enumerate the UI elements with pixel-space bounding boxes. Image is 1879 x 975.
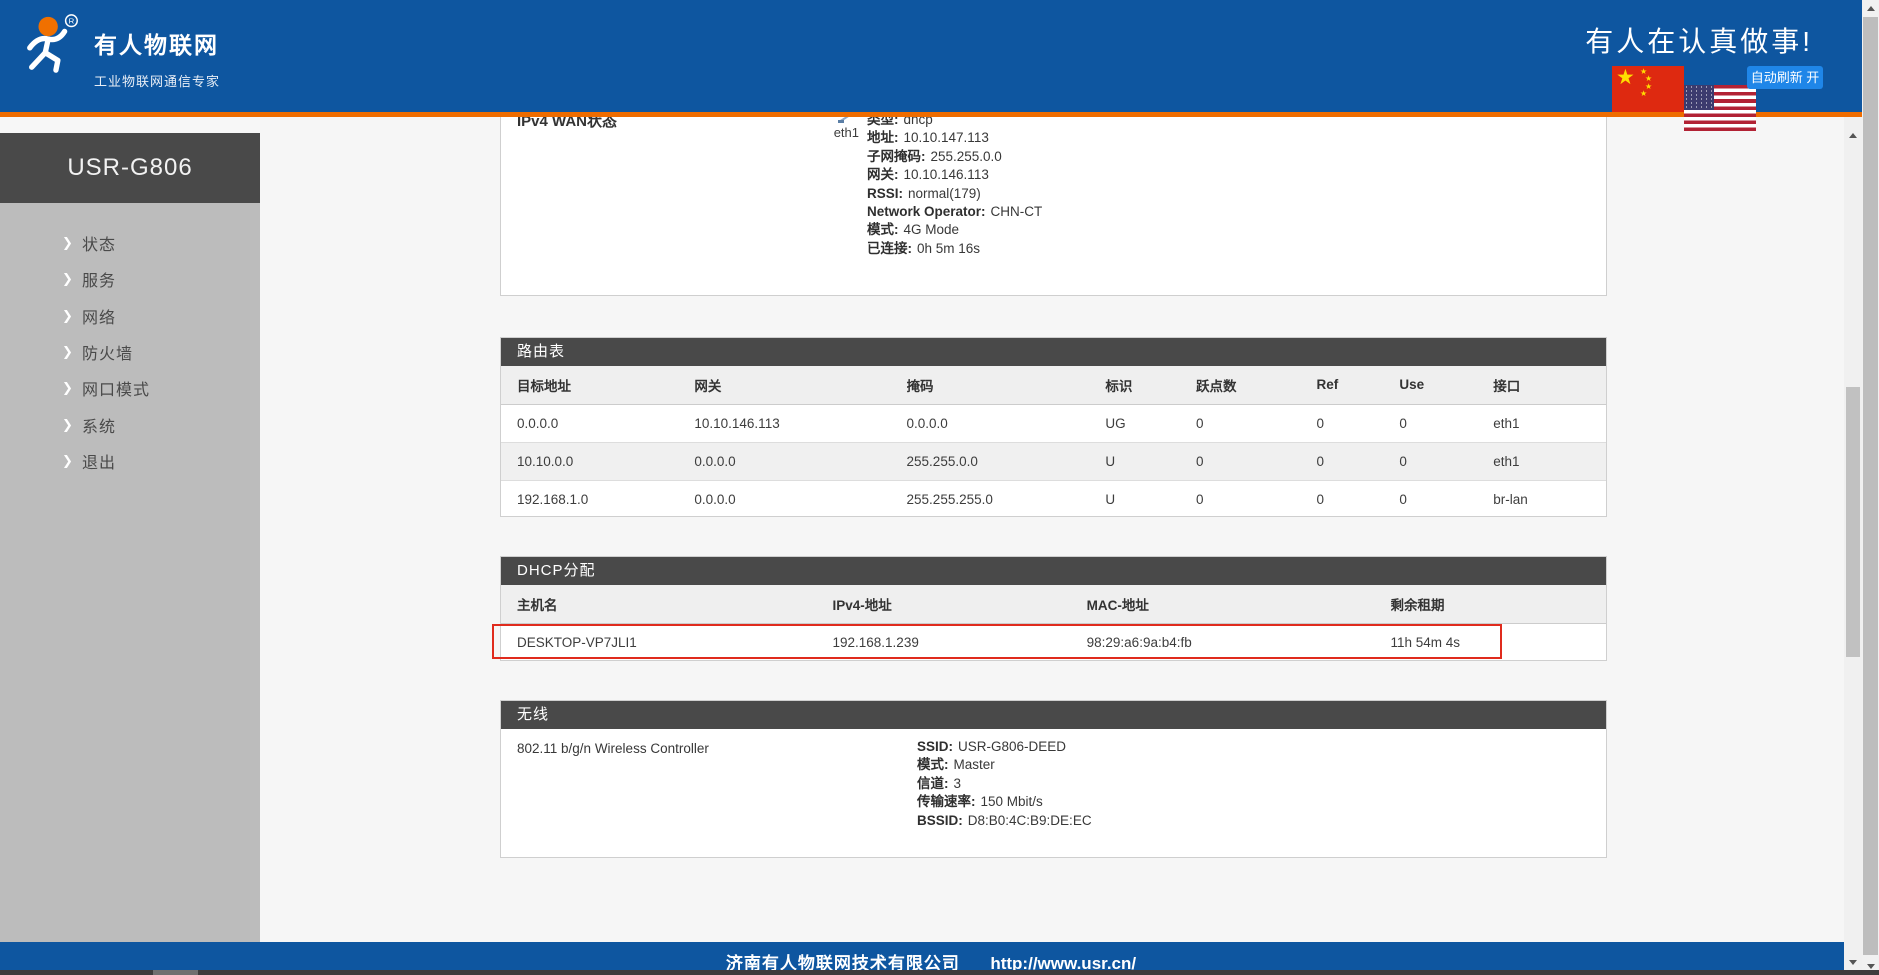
routing-row: 10.10.0.00.0.0.0 255.255.0.0U 00 0eth1 [501, 442, 1606, 480]
dhcp-panel: DHCP分配 主机名IPv4-地址 MAC-地址剩余租期 DESKTOP-VP7… [500, 556, 1607, 661]
sidebar-item-system[interactable]: ❯ 系统 [0, 406, 260, 442]
chevron-right-icon: ❯ [62, 417, 82, 433]
device-name: USR-G806 [0, 133, 260, 203]
wan-interface-icon [821, 117, 859, 124]
usa-flag-icon [1684, 85, 1756, 131]
sidebar-item-port-mode[interactable]: ❯ 网口模式 [0, 370, 260, 406]
routing-table-title: 路由表 [501, 338, 1606, 366]
header-accent-line [0, 112, 1862, 117]
brand: R 有人物联网 工业物联网通信专家 [22, 12, 220, 90]
chevron-right-icon: ❯ [62, 380, 82, 396]
routing-header-row: 目标地址网关 掩码标识 跃点数Ref Use接口 [501, 366, 1606, 404]
scroll-down-arrow[interactable] [1849, 960, 1857, 965]
sidebar: USR-G806 ❯ 状态 ❯ 服务 ❯ 网络 ❯ 防火墙 ❯ 网口模式 ❯ 系… [0, 117, 260, 942]
routing-row: 192.168.1.00.0.0.0 255.255.255.0U 00 0br… [501, 480, 1606, 518]
wireless-panel: 无线 802.11 b/g/n Wireless Controller SSID… [500, 700, 1607, 858]
china-flag-icon: ★ ★★★★ [1612, 66, 1684, 112]
top-header: R 有人物联网 工业物联网通信专家 有人在认真做事! [0, 0, 1862, 112]
wan-status-title: IPv4 WAN状态 [517, 117, 617, 131]
sidebar-item-firewall[interactable]: ❯ 防火墙 [0, 334, 260, 370]
wireless-controller-label: 802.11 b/g/n Wireless Controller [517, 741, 709, 756]
wireless-title: 无线 [501, 701, 1606, 729]
sidebar-item-logout[interactable]: ❯ 退出 [0, 443, 260, 479]
chevron-right-icon: ❯ [62, 344, 82, 360]
wan-interface-name: eth1 [821, 125, 859, 140]
brand-title: 有人物联网 [94, 26, 220, 60]
main-content: IPv4 WAN状态 eth1 类型dhcp 地址10.10.147.113 子… [260, 117, 1844, 942]
sidebar-item-services[interactable]: ❯ 服务 [0, 261, 260, 297]
chevron-right-icon: ❯ [62, 235, 82, 251]
scroll-up-arrow[interactable] [1867, 6, 1875, 11]
svg-text:R: R [69, 17, 75, 26]
wan-status-fields: 类型dhcp 地址10.10.147.113 子网掩码255.255.0.0 网… [867, 117, 1042, 258]
bottom-edge-strip [0, 970, 1879, 975]
browser-scrollbar[interactable] [1862, 0, 1879, 975]
chevron-right-icon: ❯ [62, 453, 82, 469]
auto-refresh-button[interactable]: 自动刷新 开 [1747, 66, 1823, 89]
header-slogan: 有人在认真做事! [1585, 20, 1813, 60]
content-scrollbar-thumb[interactable] [1846, 387, 1860, 657]
routing-table: 目标地址网关 掩码标识 跃点数Ref Use接口 0.0.0.010.10.14… [501, 366, 1606, 518]
scroll-down-arrow[interactable] [1867, 964, 1875, 969]
chevron-right-icon: ❯ [62, 308, 82, 324]
dhcp-title: DHCP分配 [501, 557, 1606, 585]
brand-subtitle: 工业物联网通信专家 [94, 71, 220, 90]
content-scrollbar[interactable] [1844, 117, 1862, 975]
sidebar-menu: ❯ 状态 ❯ 服务 ❯ 网络 ❯ 防火墙 ❯ 网口模式 ❯ 系统 ❯ 退出 [0, 225, 260, 479]
dhcp-table: 主机名IPv4-地址 MAC-地址剩余租期 DESKTOP-VP7JLI1192… [501, 585, 1606, 661]
routing-row: 0.0.0.010.10.146.113 0.0.0.0UG 00 0eth1 [501, 404, 1606, 442]
chevron-right-icon: ❯ [62, 271, 82, 287]
wireless-fields: SSIDUSR-G806-DEED 模式Master 信道3 传输速率150 M… [917, 738, 1092, 830]
scroll-up-arrow[interactable] [1849, 133, 1857, 138]
dhcp-lease-row: DESKTOP-VP7JLI1192.168.1.239 98:29:a6:9a… [501, 623, 1606, 661]
sidebar-item-status[interactable]: ❯ 状态 [0, 225, 260, 261]
browser-scrollbar-thumb[interactable] [1863, 17, 1878, 955]
routing-table-panel: 路由表 目标地址网关 掩码标识 跃点数Ref Use接口 0.0.0.010.1… [500, 337, 1607, 517]
sidebar-item-network[interactable]: ❯ 网络 [0, 298, 260, 334]
bottom-strip-segment [153, 970, 198, 975]
dhcp-header-row: 主机名IPv4-地址 MAC-地址剩余租期 [501, 585, 1606, 623]
usr-logo-icon: R [22, 12, 84, 79]
wan-status-panel: IPv4 WAN状态 eth1 类型dhcp 地址10.10.147.113 子… [500, 117, 1607, 296]
